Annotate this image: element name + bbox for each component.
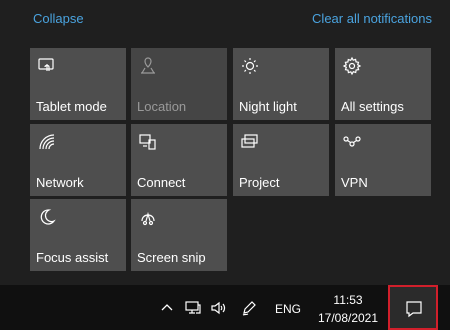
screen-snip-icon: [137, 206, 159, 228]
tile-project[interactable]: Project: [233, 124, 329, 196]
tile-label: Night light: [239, 99, 297, 114]
focus-assist-icon: [36, 206, 58, 228]
tile-tablet-mode[interactable]: Tablet mode: [30, 48, 126, 120]
tile-label: Connect: [137, 175, 186, 190]
volume-icon[interactable]: [209, 299, 227, 317]
collapse-link[interactable]: Collapse: [33, 11, 84, 26]
tile-connect[interactable]: Connect: [131, 124, 227, 196]
tile-location[interactable]: Location: [131, 48, 227, 120]
tile-label: All settings: [341, 99, 404, 114]
tile-label: Network: [36, 175, 84, 190]
tile-network[interactable]: Network: [30, 124, 126, 196]
action-center-panel: Collapse Clear all notifications Tablet …: [0, 0, 450, 285]
settings-gear-icon: [341, 55, 363, 77]
clear-all-notifications-link[interactable]: Clear all notifications: [312, 11, 432, 26]
tile-night-light[interactable]: Night light: [233, 48, 329, 120]
vpn-icon: [341, 131, 363, 153]
tile-vpn[interactable]: VPN: [335, 124, 431, 196]
night-light-icon: [239, 55, 261, 77]
location-icon: [137, 55, 159, 77]
clock[interactable]: 11:53 17/08/2021: [314, 291, 382, 327]
tile-label: Project: [239, 175, 280, 190]
network-icon: [36, 131, 58, 153]
clock-time: 11:53: [333, 293, 363, 307]
project-icon: [239, 131, 261, 153]
tile-label: VPN: [341, 175, 368, 190]
language-indicator[interactable]: ENG: [275, 302, 301, 316]
tile-label: Tablet mode: [36, 99, 107, 114]
tile-all-settings[interactable]: All settings: [335, 48, 431, 120]
tile-label: Screen snip: [137, 250, 206, 265]
clock-date: 17/08/2021: [317, 311, 379, 325]
tablet-mode-icon: [36, 55, 58, 77]
show-hidden-icons-icon[interactable]: [158, 299, 176, 317]
tile-label: Location: [137, 99, 187, 114]
tile-label: Focus assist: [36, 250, 109, 265]
pen-icon[interactable]: [240, 299, 258, 317]
tile-focus-assist[interactable]: Focus assist: [30, 199, 126, 271]
notification-icon: [406, 301, 422, 318]
network-icon[interactable]: [184, 299, 202, 317]
connect-icon: [137, 131, 159, 153]
tile-screen-snip[interactable]: Screen snip: [131, 199, 227, 271]
action-center-button[interactable]: [388, 285, 438, 330]
taskbar: ENG 11:53 17/08/2021: [0, 285, 450, 330]
